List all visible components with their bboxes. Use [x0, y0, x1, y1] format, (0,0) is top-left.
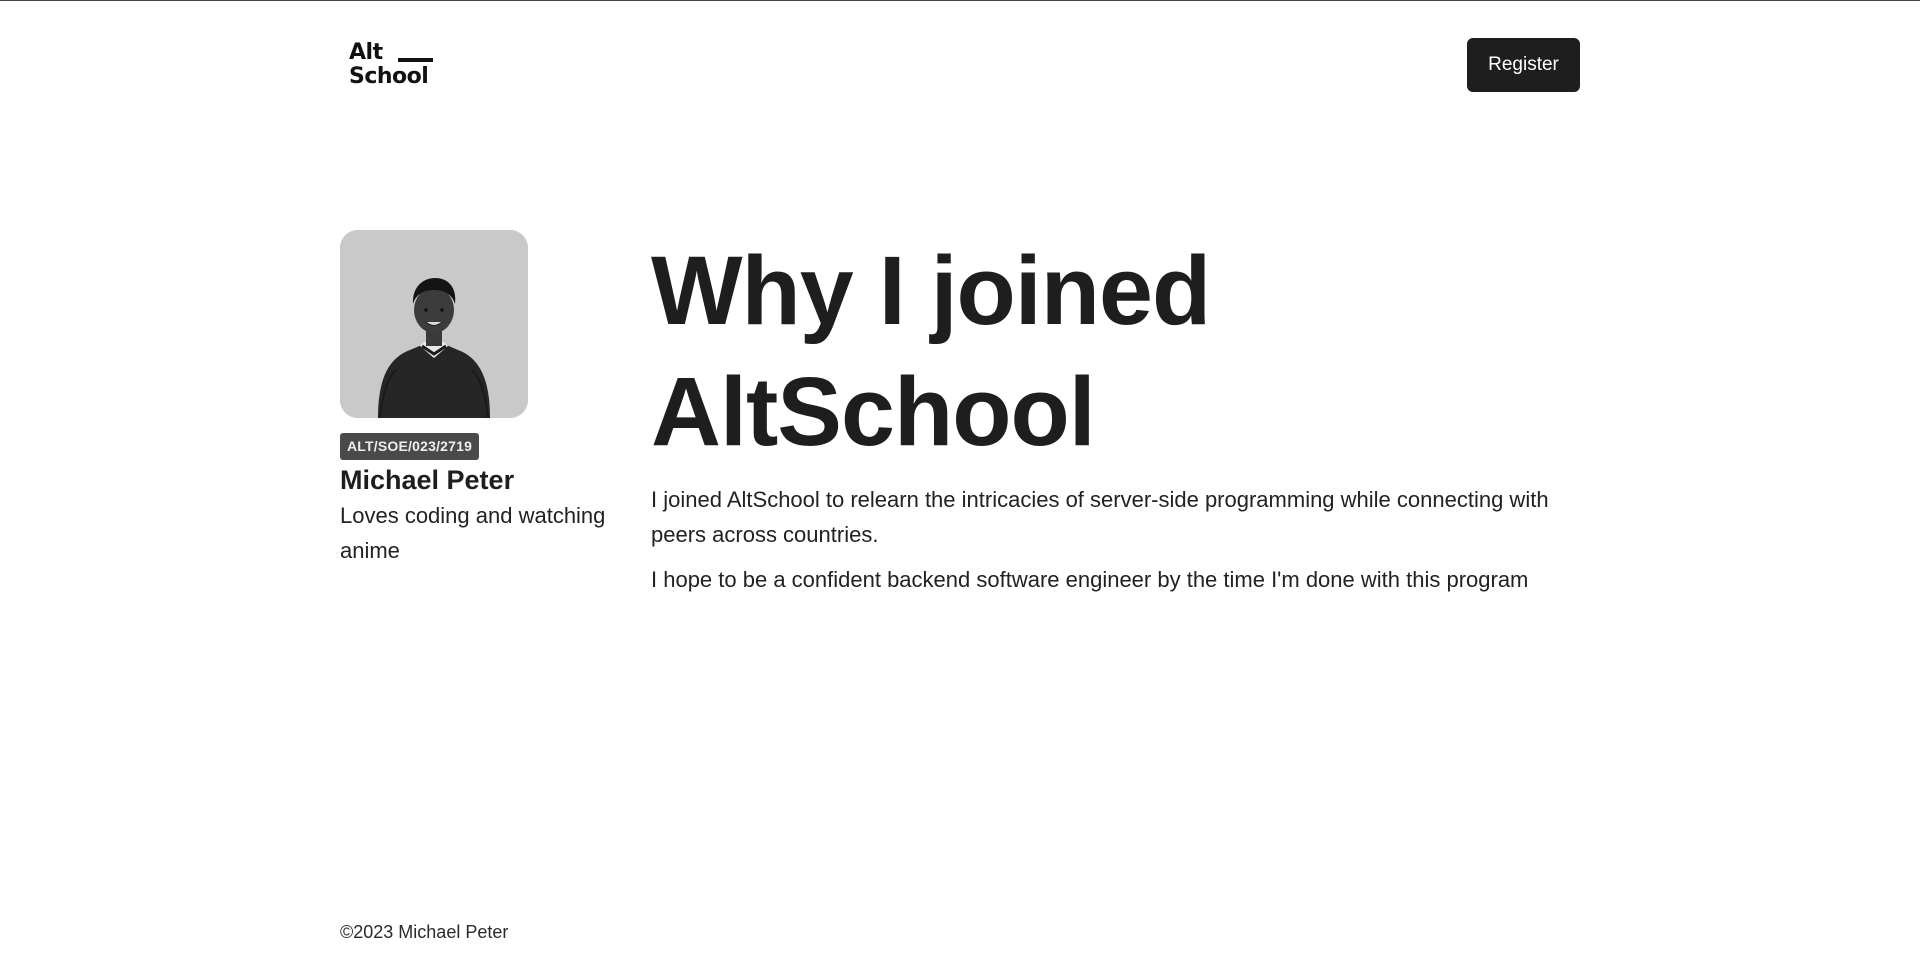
site-header: Alt School Register [340, 38, 1580, 94]
article: Why I joined AltSchool I joined AltSchoo… [651, 230, 1591, 597]
student-name: Michael Peter [340, 465, 515, 495]
article-paragraph-2: I hope to be a confident backend softwar… [651, 567, 1529, 592]
altschool-logo[interactable]: Alt School [349, 42, 435, 90]
page-title-line-2: AltSchool [651, 357, 1096, 466]
logo-text-alt: Alt [349, 40, 383, 65]
page-container: Alt School Register ALT/SOE/023/2719 Mic… [340, 0, 1580, 973]
profile-photo [340, 230, 528, 418]
logo-bar [398, 58, 433, 62]
student-bio: Loves coding and watching anime [340, 503, 606, 564]
register-button[interactable]: Register [1467, 38, 1580, 92]
page-title: Why I joined AltSchool [651, 230, 1591, 472]
person-photo-icon [340, 230, 528, 418]
student-profile: ALT/SOE/023/2719 Michael Peter Loves cod… [340, 230, 620, 568]
student-id-badge: ALT/SOE/023/2719 [340, 433, 480, 460]
article-paragraph-1: I joined AltSchool to relearn the intric… [651, 487, 1549, 547]
footer-copyright: ©2023 Michael Peter [340, 922, 509, 942]
page-title-line-1: Why I joined [651, 236, 1211, 345]
logo-text-school: School [349, 64, 429, 89]
